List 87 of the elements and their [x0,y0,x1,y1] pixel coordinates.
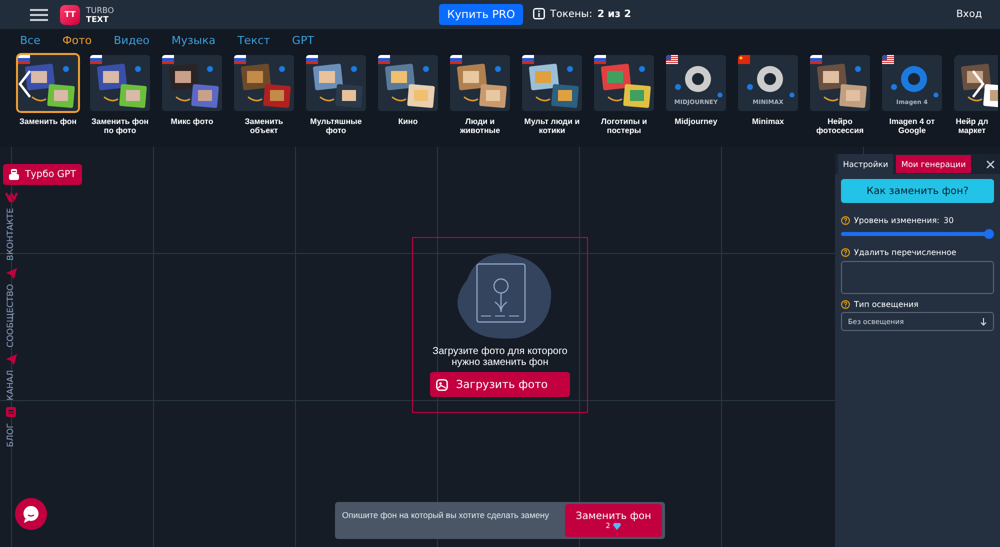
category-tab[interactable]: Все [20,34,40,46]
flag-icon [162,55,174,64]
tool-label[interactable]: Нейр дл маркет [952,117,992,135]
flag-icon [594,55,606,64]
tool-card[interactable] [16,53,80,113]
tool-label[interactable]: Заменить фон [16,117,80,126]
tool-label[interactable]: Заменить объект [232,117,296,135]
field-label: Тип освещения [854,300,918,309]
flag-icon [90,55,102,64]
tokens-label: Токены: [550,9,592,20]
tool-card[interactable] [376,53,440,113]
info-icon[interactable] [533,8,546,21]
social-link[interactable]: КАНАЛ [6,370,16,400]
tool-label[interactable]: Микс фото [160,117,224,126]
chat-icon [22,505,40,523]
login-link[interactable]: Вход [956,9,982,20]
tool-label[interactable]: Мульт люди и котики [520,117,584,135]
robot-icon [9,169,19,180]
help-icon[interactable] [841,300,850,309]
tool-card[interactable] [88,53,152,113]
tool-card[interactable] [592,53,656,113]
image-icon [436,378,448,390]
buy-pro-button[interactable]: Купить PRO [439,4,524,25]
flag-icon [234,55,246,64]
flag-icon [522,55,534,64]
vk-icon[interactable] [4,191,18,204]
chevron-right-icon[interactable] [971,69,985,99]
tool-label[interactable]: Люди и животные [448,117,512,135]
tool-label[interactable]: Кино [376,117,440,126]
help-icon[interactable] [841,216,850,225]
help-icon[interactable] [841,248,850,257]
slider-track[interactable] [841,229,994,239]
tool-label[interactable]: Заменить фон по фото [88,117,152,135]
field-label: Удалить перечисленное [854,248,956,257]
tool-label[interactable]: Логотипы и постеры [592,117,656,135]
tokens-count: 2 из 2 [597,9,632,20]
menu-icon[interactable] [30,8,48,22]
tool-card[interactable] [304,53,368,113]
tool-card[interactable] [448,53,512,113]
blog-icon[interactable] [4,406,18,420]
social-link[interactable]: БЛОГ [6,423,16,448]
upload-area[interactable]: Загрузите фото для которого нужно заменить фон Загрузить фото [412,237,588,413]
panel-tab[interactable]: Мои генерации [896,155,971,173]
upload-button[interactable]: Загрузить фото [430,372,570,397]
panel-tab[interactable]: Настройки [838,154,894,174]
prompt-field[interactable]: Опишите фон на который вы хотите сделать замену [342,504,559,537]
upload-hint: Загрузите фото для которого нужно заменить фон [432,346,568,368]
paper-plane-icon[interactable] [4,266,18,280]
turbo-gpt-button[interactable]: Турбо GPT [3,164,82,185]
gem-icon [613,522,622,530]
logo-text: TEXT [86,14,110,24]
flag-icon [378,55,390,64]
logo-mark[interactable]: TT [60,4,80,24]
chat-button[interactable] [15,498,47,530]
category-tab[interactable]: Музыка [172,34,216,46]
social-link[interactable]: СООБЩЕСТВО [6,284,16,348]
tool-card[interactable] [160,53,224,113]
social-link[interactable]: ВКОНТАКТЕ [6,208,16,261]
category-tab[interactable]: Текст [237,34,270,46]
slider-value: 30 [943,216,954,225]
category-tab[interactable]: Видео [114,34,150,46]
tool-label[interactable]: Мультяшные фото [304,117,368,135]
flag-icon [306,55,318,64]
tool-label[interactable]: Imagen 4 от Google [880,117,944,135]
flag-icon [810,55,822,64]
flag-icon [738,55,750,64]
flag-icon [18,55,30,64]
paper-plane-icon[interactable] [4,353,18,366]
slider-label: Уровень изменения: [854,216,940,225]
help-button[interactable]: Как заменить фон? [841,179,994,203]
tool-card[interactable] [952,53,998,113]
tool-label[interactable]: Minimax [736,117,800,126]
flag-icon [882,55,894,64]
tool-card[interactable] [232,53,296,113]
category-tab[interactable]: GPT [292,34,314,46]
slider-thumb[interactable] [984,229,994,239]
category-tab[interactable]: Фото [62,34,92,46]
logo-text: TURBO [86,6,114,14]
flag-icon [666,55,678,64]
tool-label[interactable]: Midjourney [664,117,728,126]
tool-card[interactable] [808,53,872,113]
flag-icon [450,55,462,64]
tool-card[interactable] [520,53,584,113]
arrow-down-icon [980,318,987,326]
tool-label[interactable]: Нейро фотосессия [808,117,872,135]
close-icon[interactable] [986,160,995,168]
chevron-left-icon[interactable] [18,69,32,99]
